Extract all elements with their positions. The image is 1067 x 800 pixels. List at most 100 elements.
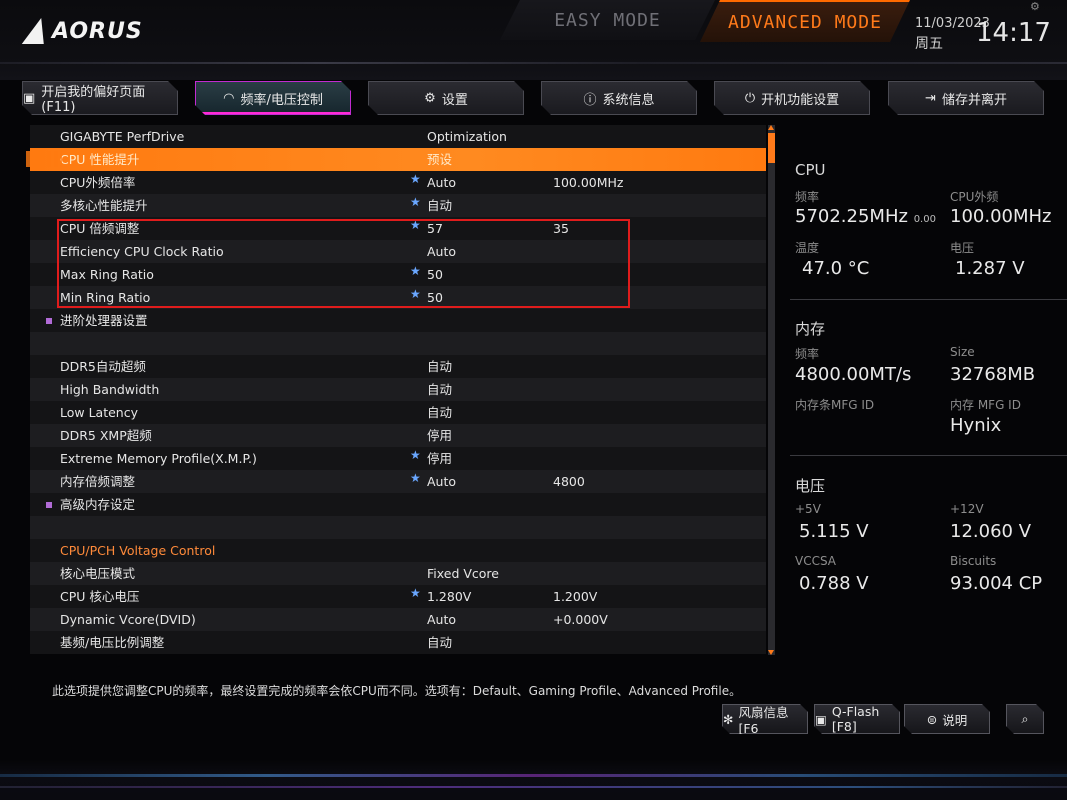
- exit-icon: ⇥: [925, 90, 936, 106]
- favorite-star-icon[interactable]: ★: [410, 260, 421, 283]
- setting-label: 高级内存设定: [60, 497, 136, 512]
- setting-label: Efficiency CPU Clock Ratio: [60, 244, 224, 259]
- hardware-monitor-panel: CPU 频率 5702.25MHz 0.00 CPU外频 100.00MHz 温…: [780, 125, 1067, 655]
- info-icon: ⓘ: [583, 92, 597, 108]
- tab-favorites[interactable]: ▣ 开启我的偏好页面 (F11): [22, 81, 178, 115]
- cpu-freq-value: 5702.25MHz 0.00: [795, 206, 936, 227]
- search-button[interactable]: ⌕: [1006, 704, 1044, 734]
- setting-row[interactable]: CPU 倍频调整 ★ 57 35: [30, 217, 766, 240]
- setting-current-value: 100.00MHz: [553, 175, 624, 190]
- setting-label: 基频/电压比例调整: [60, 635, 165, 650]
- memory-chip-mfg-label: 内存 MFG ID: [950, 398, 1021, 412]
- search-icon: ⌕: [1021, 711, 1029, 726]
- setting-row[interactable]: Extreme Memory Profile(X.M.P.) ★ 停用: [30, 447, 766, 470]
- easy-mode-button[interactable]: EASY MODE: [500, 0, 715, 40]
- setting-label: Max Ring Ratio: [60, 267, 154, 282]
- favorite-star-icon[interactable]: ★: [410, 582, 421, 605]
- qflash-button[interactable]: ▣ Q-Flash [F8]: [814, 704, 900, 734]
- setting-current-value: +0.000V: [553, 612, 608, 627]
- tab-label: 开启我的偏好页面 (F11): [41, 85, 146, 115]
- setting-value[interactable]: Optimization: [427, 125, 507, 148]
- setting-value[interactable]: 停用: [427, 424, 452, 447]
- setting-value[interactable]: 自动: [427, 378, 452, 401]
- submenu-item[interactable]: 高级内存设定: [30, 493, 766, 516]
- setting-row[interactable]: Dynamic Vcore(DVID) Auto +0.000V: [30, 608, 766, 631]
- help-button[interactable]: ⊜ 说明: [904, 704, 990, 734]
- setting-value[interactable]: 50: [427, 263, 443, 286]
- tab-settings[interactable]: ⚙ 设置: [368, 81, 524, 115]
- submenu-item[interactable]: 进阶处理器设置: [30, 309, 766, 332]
- favorite-star-icon[interactable]: ★: [410, 283, 421, 306]
- setting-value[interactable]: Auto: [427, 171, 456, 194]
- p5v-label: +5V: [795, 502, 821, 516]
- setting-value[interactable]: 预设: [427, 148, 452, 171]
- setting-value[interactable]: 自动: [427, 194, 452, 217]
- setting-current-value: 4800: [553, 474, 585, 489]
- favorite-star-icon[interactable]: ★: [410, 467, 421, 490]
- advanced-mode-button[interactable]: ADVANCED MODE: [700, 0, 910, 42]
- setting-value[interactable]: 自动: [427, 401, 452, 424]
- top-header: AORUS EASY MODE ADVANCED MODE 11/03/2023…: [0, 0, 1067, 80]
- setting-row[interactable]: GIGABYTE PerfDrive Optimization: [30, 125, 766, 148]
- scroll-down-arrow-icon[interactable]: [768, 650, 774, 655]
- biscuits-label: Biscuits: [950, 554, 997, 568]
- favorite-star-icon[interactable]: ★: [410, 214, 421, 237]
- p12v-value: 12.060 V: [950, 521, 1032, 542]
- setting-row[interactable]: CPU 性能提升 预设: [30, 148, 766, 171]
- fan-info-button[interactable]: ✻ 风扇信息 [F6: [722, 704, 808, 734]
- setting-value[interactable]: 自动: [427, 631, 452, 654]
- setting-current-value: 35: [553, 221, 569, 236]
- setting-row[interactable]: 多核心性能提升 ★ 自动: [30, 194, 766, 217]
- setting-row[interactable]: Min Ring Ratio ★ 50: [30, 286, 766, 309]
- setting-row[interactable]: High Bandwidth 自动: [30, 378, 766, 401]
- setting-row[interactable]: 基频/电压比例调整 自动: [30, 631, 766, 654]
- setting-row[interactable]: DDR5自动超频 自动: [30, 355, 766, 378]
- favorite-star-icon[interactable]: ★: [410, 191, 421, 214]
- setting-row[interactable]: DDR5 XMP超频 停用: [30, 424, 766, 447]
- setting-value[interactable]: 57: [427, 217, 443, 240]
- setting-row[interactable]: Low Latency 自动: [30, 401, 766, 424]
- favorite-page-icon: ▣: [23, 90, 36, 106]
- fan-info-label: 风扇信息 [F6: [738, 705, 789, 736]
- setting-value[interactable]: Auto: [427, 240, 456, 263]
- setting-row[interactable]: Max Ring Ratio ★ 50: [30, 263, 766, 286]
- settings-corner-icon[interactable]: ⚙: [1030, 0, 1040, 13]
- setting-value[interactable]: Auto: [427, 608, 456, 631]
- settings-list: GIGABYTE PerfDrive Optimization CPU 性能提升 预设…: [30, 125, 766, 655]
- tab-system-info[interactable]: ⓘ 系统信息: [541, 81, 697, 115]
- setting-label: 核心电压模式: [60, 566, 136, 581]
- memory-freq-label: 频率: [795, 347, 820, 361]
- setting-value[interactable]: Fixed Vcore: [427, 562, 499, 585]
- setting-row[interactable]: 核心电压模式 Fixed Vcore: [30, 562, 766, 585]
- setting-label: DDR5自动超频: [60, 359, 146, 374]
- setting-value[interactable]: 停用: [427, 447, 452, 470]
- spacer-row: [30, 332, 766, 355]
- favorite-star-icon[interactable]: ★: [410, 168, 421, 191]
- scroll-thumb[interactable]: [768, 133, 775, 163]
- setting-label: 多核心性能提升: [60, 198, 148, 213]
- setting-value[interactable]: Auto: [427, 470, 456, 493]
- settings-scrollbar[interactable]: [768, 125, 775, 655]
- memory-size-label: Size: [950, 345, 975, 359]
- header-divider: [0, 62, 1067, 64]
- setting-label: CPU/PCH Voltage Control: [60, 543, 216, 558]
- setting-label: 内存倍频调整: [60, 474, 136, 489]
- setting-row[interactable]: Efficiency CPU Clock Ratio Auto: [30, 240, 766, 263]
- setting-label: Dynamic Vcore(DVID): [60, 612, 196, 627]
- setting-value[interactable]: 50: [427, 286, 443, 309]
- cpu-freq-label: 频率: [795, 190, 820, 204]
- panel-divider: [790, 299, 1067, 300]
- setting-row[interactable]: CPU 核心电压 ★ 1.280V 1.200V: [30, 585, 766, 608]
- aorus-eagle-icon: [26, 18, 48, 44]
- tab-save-exit[interactable]: ⇥ 储存并离开: [888, 81, 1044, 115]
- tab-frequency-voltage[interactable]: ◠ 频率/电压控制: [195, 81, 351, 115]
- scroll-up-arrow-icon[interactable]: [768, 125, 774, 130]
- bottom-deco-line: [0, 786, 1067, 788]
- favorite-star-icon[interactable]: ★: [410, 444, 421, 467]
- help-label: 说明: [942, 712, 968, 728]
- setting-row[interactable]: CPU外频倍率 ★ Auto 100.00MHz: [30, 171, 766, 194]
- tab-boot[interactable]: ⏻ 开机功能设置: [714, 81, 870, 115]
- setting-row[interactable]: 内存倍频调整 ★ Auto 4800: [30, 470, 766, 493]
- setting-value[interactable]: 自动: [427, 355, 452, 378]
- setting-value[interactable]: 1.280V: [427, 585, 471, 608]
